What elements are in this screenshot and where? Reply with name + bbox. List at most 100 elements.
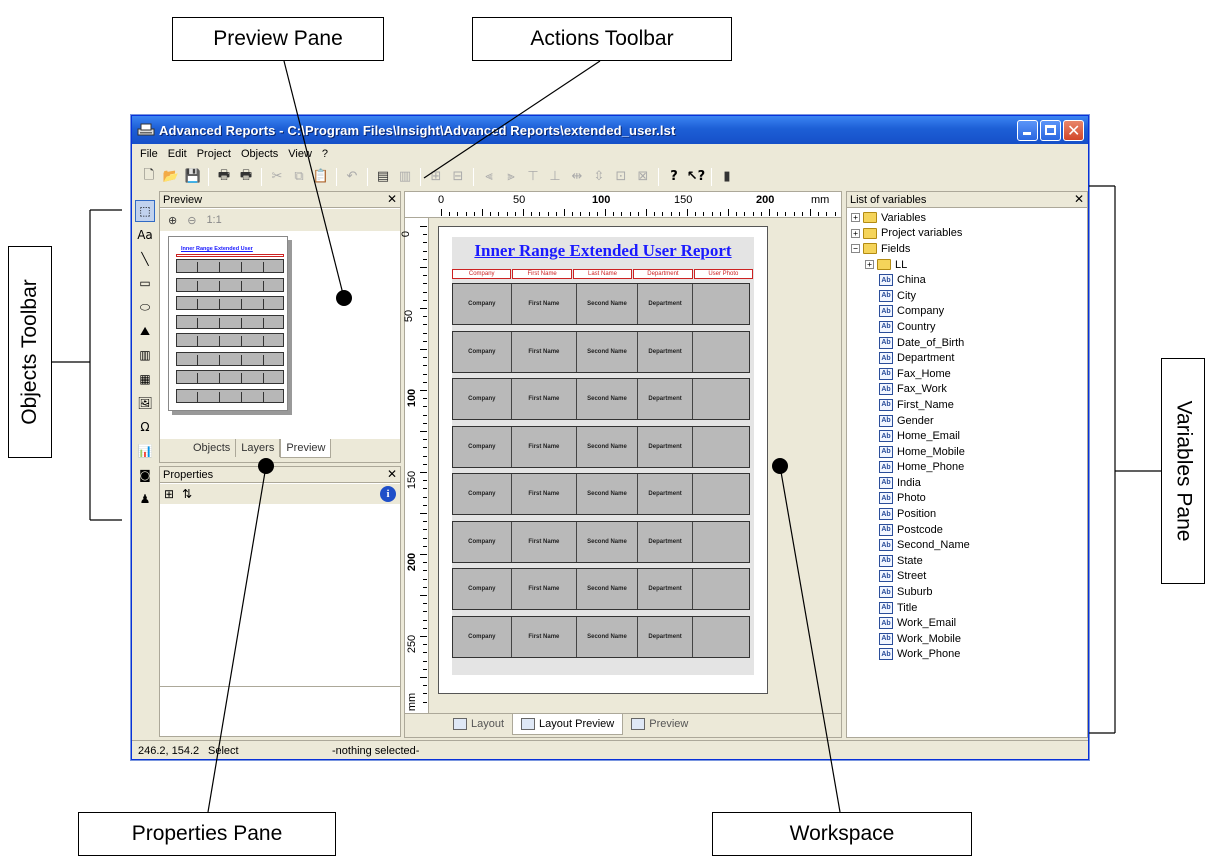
variable-field-item[interactable]: Ab Home_Phone: [851, 460, 1083, 476]
same-width-icon[interactable]: ⊡: [610, 167, 632, 187]
tab-layout-preview[interactable]: Layout Preview: [512, 714, 624, 735]
center-horizontal-icon[interactable]: ⇹: [566, 167, 588, 187]
bring-front-icon[interactable]: ▤: [372, 167, 394, 187]
expand-icon[interactable]: +: [851, 228, 860, 238]
context-help-icon[interactable]: ↖?: [685, 167, 707, 187]
variable-field-item[interactable]: Ab Postcode: [851, 522, 1083, 538]
variable-field-item[interactable]: Ab Street: [851, 569, 1083, 585]
column-header[interactable]: User Photo: [693, 269, 754, 279]
form-control-tool-icon[interactable]: ♟: [135, 488, 155, 510]
align-right-icon[interactable]: ⫸: [500, 167, 522, 187]
report-row[interactable]: Company First Name Second Name Department: [452, 378, 750, 420]
variable-field-item[interactable]: Ab Photo: [851, 491, 1083, 507]
variable-field-item[interactable]: Ab Suburb: [851, 584, 1083, 600]
print-icon[interactable]: 🖶: [213, 167, 235, 187]
chart-tool-icon[interactable]: 📊: [135, 440, 155, 462]
formatted-text-tool-icon[interactable]: Ω: [135, 416, 155, 438]
categorized-icon[interactable]: ⊞: [164, 487, 174, 501]
group-icon[interactable]: ⊞: [425, 167, 447, 187]
paste-icon[interactable]: 📋: [310, 167, 332, 187]
menu-file[interactable]: File: [135, 148, 163, 160]
report-row[interactable]: Company First Name Second Name Department: [452, 283, 750, 325]
line-tool-icon[interactable]: ╲: [135, 248, 155, 270]
help-icon[interactable]: ?: [663, 167, 685, 187]
cut-icon[interactable]: ✂: [266, 167, 288, 187]
select-tool-icon[interactable]: ⬚: [135, 200, 155, 222]
menu-help[interactable]: ?: [317, 148, 333, 160]
variable-field-item[interactable]: Ab First_Name: [851, 397, 1083, 413]
send-back-icon[interactable]: ▥: [394, 167, 416, 187]
zoom-in-icon[interactable]: ⊕: [168, 214, 177, 227]
variable-field-item[interactable]: Ab Home_Mobile: [851, 444, 1083, 460]
close-variables-icon[interactable]: ✕: [1074, 192, 1084, 206]
preview-thumbnail-area[interactable]: Inner Range Extended User: [160, 231, 400, 427]
variable-field-item[interactable]: Ab State: [851, 553, 1083, 569]
variable-field-item[interactable]: Ab Department: [851, 350, 1083, 366]
variable-field-item[interactable]: Ab Date_of_Birth: [851, 335, 1083, 351]
variable-field-item[interactable]: Ab Fax_Home: [851, 366, 1083, 382]
ole-object-tool-icon[interactable]: ◙: [135, 464, 155, 486]
column-header[interactable]: First Name: [512, 269, 572, 279]
close-preview-icon[interactable]: ✕: [387, 192, 397, 206]
menu-project[interactable]: Project: [192, 148, 236, 160]
text-tool-icon[interactable]: Aa: [135, 224, 155, 246]
ellipse-tool-icon[interactable]: ⬭: [135, 296, 155, 318]
ungroup-icon[interactable]: ⊟: [447, 167, 469, 187]
align-left-icon[interactable]: ⫷: [478, 167, 500, 187]
variable-folder-item[interactable]: + Project variables: [851, 226, 1083, 242]
report-page[interactable]: Inner Range Extended User Report Company…: [438, 226, 768, 694]
maximize-button[interactable]: [1040, 120, 1061, 141]
column-header[interactable]: Department: [633, 269, 693, 279]
variable-field-item[interactable]: Ab Second_Name: [851, 537, 1083, 553]
tab-objects[interactable]: Objects: [188, 439, 237, 457]
variable-folder-item[interactable]: + Variables: [851, 210, 1083, 226]
tab-layout[interactable]: Layout: [445, 714, 512, 734]
variable-field-item[interactable]: Ab Work_Mobile: [851, 631, 1083, 647]
variable-field-item[interactable]: Ab Work_Phone: [851, 647, 1083, 663]
zoom-out-icon[interactable]: ⊖: [187, 214, 196, 227]
variable-field-item[interactable]: Ab Home_Email: [851, 428, 1083, 444]
expand-icon[interactable]: +: [851, 213, 860, 223]
open-folder-icon[interactable]: 📂: [160, 167, 182, 187]
variable-field-item[interactable]: Ab Company: [851, 304, 1083, 320]
tab-ws-preview[interactable]: Preview: [623, 714, 696, 734]
sort-alpha-icon[interactable]: ⇅: [182, 487, 192, 501]
rectangle-tool-icon[interactable]: ▭: [135, 272, 155, 294]
align-top-icon[interactable]: ⊤: [522, 167, 544, 187]
print-preview-icon[interactable]: 🖶: [235, 167, 257, 187]
new-file-icon[interactable]: 🗋: [138, 167, 160, 187]
variable-field-item[interactable]: Ab Gender: [851, 413, 1083, 429]
drawing-tool-icon[interactable]: ⛰: [135, 320, 155, 342]
variable-field-item[interactable]: Ab India: [851, 475, 1083, 491]
variable-field-item[interactable]: Ab Country: [851, 319, 1083, 335]
variable-field-item[interactable]: Ab Fax_Work: [851, 382, 1083, 398]
report-row[interactable]: Company First Name Second Name Department: [452, 520, 750, 563]
exit-icon[interactable]: ▮: [716, 167, 738, 187]
align-bottom-icon[interactable]: ⊥: [544, 167, 566, 187]
report-row[interactable]: Company First Name Second Name Department: [452, 615, 750, 658]
variable-field-item[interactable]: Ab China: [851, 272, 1083, 288]
copy-icon[interactable]: ⧉: [288, 167, 310, 187]
close-properties-icon[interactable]: ✕: [387, 467, 397, 481]
close-button[interactable]: ✕: [1063, 120, 1084, 141]
variable-field-item[interactable]: Ab Work_Email: [851, 615, 1083, 631]
title-bar[interactable]: Advanced Reports - C:\Program Files\Insi…: [132, 116, 1088, 144]
report-title[interactable]: Inner Range Extended User Report: [452, 241, 754, 261]
image-tool-icon[interactable]: 🖼: [135, 392, 155, 414]
tab-preview[interactable]: Preview: [280, 439, 332, 458]
report-row[interactable]: Company First Name Second Name Department: [452, 330, 750, 373]
center-vertical-icon[interactable]: ⇳: [588, 167, 610, 187]
variable-folder-item[interactable]: + LL: [851, 257, 1083, 273]
column-header[interactable]: Last Name: [572, 269, 633, 279]
report-row[interactable]: Company First Name Second Name Department: [452, 425, 750, 468]
report-row[interactable]: Company First Name Second Name Department: [452, 568, 750, 610]
variable-field-item[interactable]: Ab Position: [851, 506, 1083, 522]
save-icon[interactable]: 💾: [182, 167, 204, 187]
tab-layers[interactable]: Layers: [236, 439, 281, 457]
variable-folder-item[interactable]: − Fields: [851, 241, 1083, 257]
info-icon[interactable]: i: [380, 486, 396, 502]
table-tool-icon[interactable]: ▦: [135, 368, 155, 390]
column-header[interactable]: Company: [452, 269, 512, 279]
variable-field-item[interactable]: Ab City: [851, 288, 1083, 304]
collapse-icon[interactable]: −: [851, 244, 860, 254]
